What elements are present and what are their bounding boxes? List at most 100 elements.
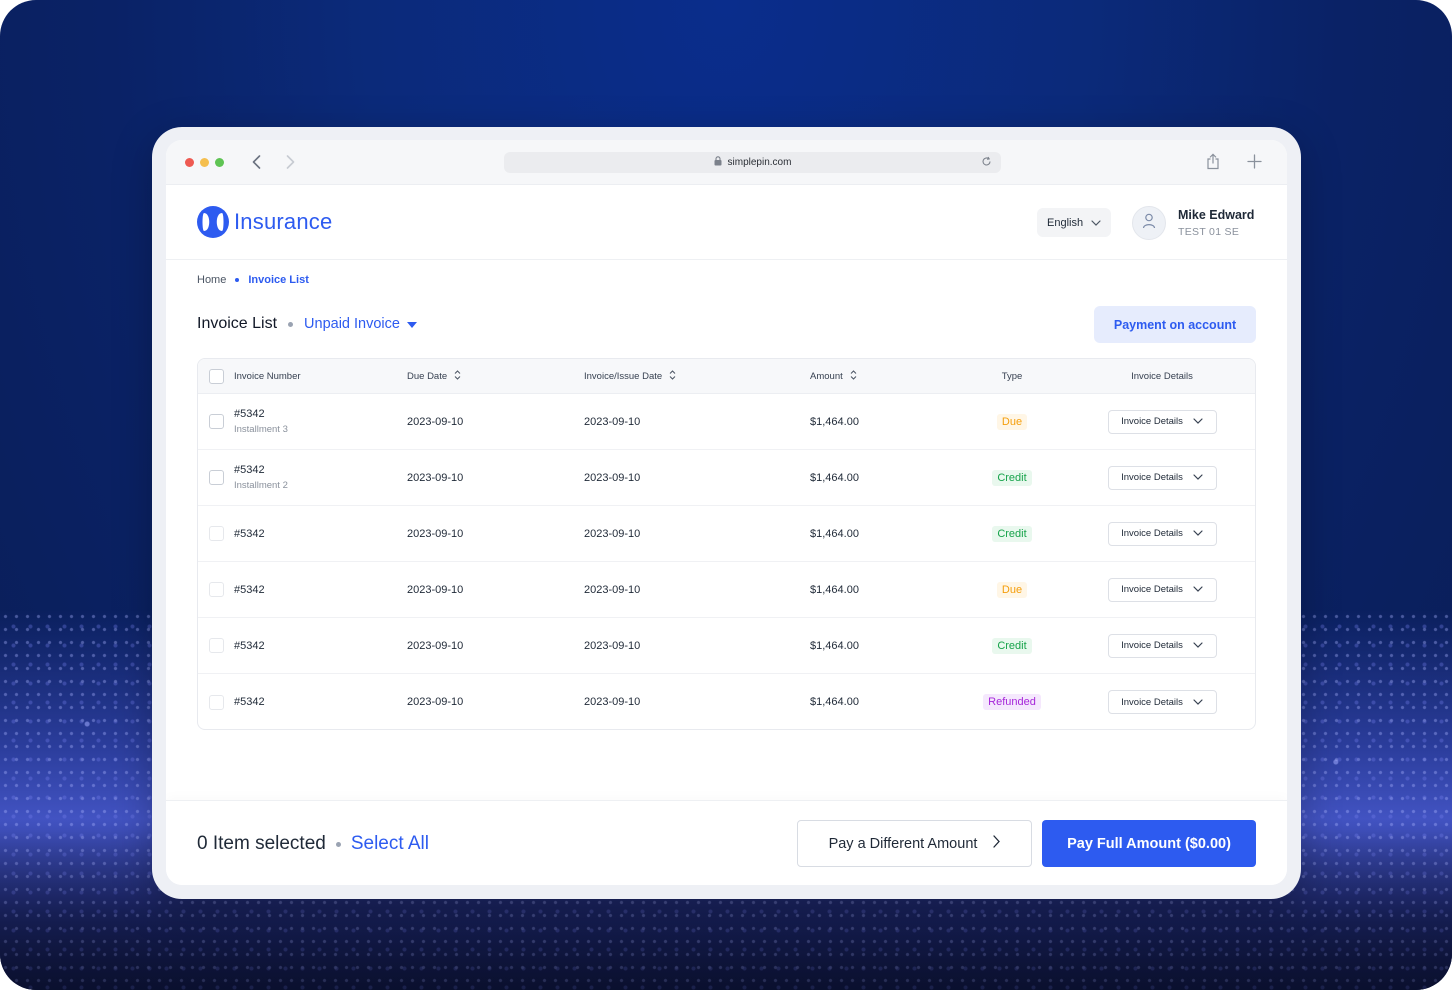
pay-different-amount-button[interactable]: Pay a Different Amount bbox=[797, 820, 1032, 867]
selection-summary: 0 Item selected Select All bbox=[197, 833, 429, 855]
column-header-due-date[interactable]: Due Date bbox=[407, 369, 461, 383]
breadcrumb-home[interactable]: Home bbox=[197, 274, 226, 286]
issue-date: 2023-09-10 bbox=[584, 696, 641, 708]
maximize-window-button[interactable] bbox=[215, 158, 224, 167]
issue-date: 2023-09-10 bbox=[584, 639, 641, 652]
sort-icon bbox=[454, 369, 461, 383]
type-badge: Due bbox=[996, 581, 1028, 598]
invoice-details-dropdown[interactable]: Invoice Details bbox=[1107, 690, 1217, 714]
issue-date: 2023-09-10 bbox=[584, 527, 641, 540]
caret-down-icon bbox=[406, 316, 417, 332]
brand-logo[interactable]: Insurance bbox=[197, 206, 332, 238]
invoice-number: #5342 bbox=[234, 464, 265, 476]
row-checkbox[interactable] bbox=[208, 582, 224, 597]
url-text: simplepin.com bbox=[727, 157, 792, 168]
brand-name: Insurance bbox=[234, 209, 333, 234]
minimize-window-button[interactable] bbox=[200, 158, 209, 167]
row-checkbox[interactable] bbox=[208, 638, 224, 653]
breadcrumb-current[interactable]: Invoice List bbox=[248, 274, 309, 286]
row-checkbox[interactable] bbox=[208, 470, 224, 485]
due-date: 2023-09-10 bbox=[407, 639, 464, 652]
invoice-number: #5342 bbox=[234, 696, 265, 708]
invoice-details-dropdown[interactable]: Invoice Details bbox=[1107, 465, 1217, 490]
select-all-checkbox[interactable] bbox=[208, 368, 224, 384]
invoice-number: #5342 bbox=[234, 583, 265, 596]
details-label: Invoice Details bbox=[1121, 696, 1183, 708]
pay-full-amount-button[interactable]: Pay Full Amount ($0.00) bbox=[1042, 820, 1256, 867]
address-bar[interactable]: simplepin.com bbox=[504, 152, 1001, 173]
chevron-down-icon bbox=[1193, 640, 1203, 651]
due-date: 2023-09-10 bbox=[407, 583, 464, 596]
invoice-number: #5342 bbox=[234, 408, 265, 420]
user-icon bbox=[1142, 213, 1156, 234]
amount: $1,464.00 bbox=[810, 527, 859, 540]
column-header-issue-date[interactable]: Invoice/Issue Date bbox=[584, 369, 676, 383]
invoice-number: #5342 bbox=[234, 639, 265, 652]
title-separator bbox=[288, 321, 294, 327]
share-icon[interactable] bbox=[1206, 153, 1220, 175]
close-window-button[interactable] bbox=[185, 158, 194, 167]
browser-window: simplepin.com Insurance English Mike Edw… bbox=[166, 140, 1287, 885]
selection-separator bbox=[335, 841, 341, 847]
due-date-label: Due Date bbox=[407, 370, 448, 382]
chevron-down-icon bbox=[1193, 697, 1203, 708]
amount: $1,464.00 bbox=[810, 471, 859, 484]
type-badge: Credit bbox=[992, 469, 1032, 486]
chevron-right-icon bbox=[993, 835, 1001, 852]
logo-icon bbox=[197, 206, 229, 238]
user-name: Mike Edward bbox=[1178, 208, 1255, 222]
issue-date: 2023-09-10 bbox=[584, 471, 641, 484]
reload-icon[interactable] bbox=[981, 156, 992, 170]
table-row[interactable]: #5342 Installment 2 2023-09-10 2023-09-10… bbox=[198, 450, 1255, 506]
breadcrumb-separator bbox=[235, 278, 240, 282]
sort-icon bbox=[669, 369, 676, 383]
invoice-filter-dropdown[interactable]: Unpaid Invoice bbox=[304, 316, 417, 332]
invoice-details-dropdown[interactable]: Invoice Details bbox=[1107, 409, 1217, 434]
payment-on-account-button[interactable]: Payment on account bbox=[1094, 306, 1256, 343]
avatar[interactable] bbox=[1132, 206, 1166, 240]
chevron-down-icon bbox=[1193, 528, 1203, 539]
row-checkbox[interactable] bbox=[208, 694, 224, 710]
sort-icon bbox=[850, 369, 857, 383]
invoice-table: Invoice Number Due Date Invoice/Issue Da… bbox=[197, 358, 1256, 730]
amount-label: Amount bbox=[810, 370, 843, 382]
selected-count: 0 Item selected bbox=[197, 833, 326, 854]
table-row[interactable]: #5342 2023-09-10 2023-09-10 $1,464.00 Re… bbox=[198, 674, 1255, 729]
invoice-details-dropdown[interactable]: Invoice Details bbox=[1107, 633, 1217, 658]
table-row[interactable]: #5342 2023-09-10 2023-09-10 $1,464.00 Du… bbox=[198, 562, 1255, 618]
chevron-down-icon bbox=[1193, 584, 1203, 595]
row-checkbox[interactable] bbox=[208, 526, 224, 541]
browser-toolbar: simplepin.com bbox=[166, 140, 1287, 185]
payment-footer: 0 Item selected Select All Pay a Differe… bbox=[166, 800, 1287, 885]
column-header-amount[interactable]: Amount bbox=[810, 369, 857, 383]
new-tab-icon[interactable] bbox=[1247, 154, 1262, 174]
column-header-type: Type bbox=[1001, 370, 1023, 382]
installment-label: Installment 3 bbox=[234, 424, 288, 435]
due-date: 2023-09-10 bbox=[407, 415, 464, 428]
app-header: Insurance English Mike Edward TEST 01 SE bbox=[166, 185, 1287, 260]
row-checkbox[interactable] bbox=[208, 414, 224, 429]
back-icon[interactable] bbox=[247, 153, 265, 171]
due-date: 2023-09-10 bbox=[407, 471, 464, 484]
language-select[interactable]: English bbox=[1037, 208, 1112, 237]
chevron-down-icon bbox=[1193, 472, 1203, 483]
invoice-details-dropdown[interactable]: Invoice Details bbox=[1107, 577, 1217, 602]
user-info[interactable]: Mike Edward TEST 01 SE bbox=[1178, 208, 1254, 238]
issue-date-label: Invoice/Issue Date bbox=[584, 370, 663, 382]
column-header-invoice-number: Invoice Number bbox=[234, 370, 301, 382]
issue-date: 2023-09-10 bbox=[584, 415, 641, 428]
forward-icon[interactable] bbox=[281, 153, 299, 171]
filter-label: Unpaid Invoice bbox=[304, 316, 400, 332]
table-row[interactable]: #5342 2023-09-10 2023-09-10 $1,464.00 Cr… bbox=[198, 506, 1255, 562]
table-row[interactable]: #5342 2023-09-10 2023-09-10 $1,464.00 Cr… bbox=[198, 618, 1255, 674]
details-label: Invoice Details bbox=[1121, 584, 1183, 595]
details-label: Invoice Details bbox=[1121, 472, 1183, 483]
amount: $1,464.00 bbox=[810, 696, 859, 708]
select-all-link[interactable]: Select All bbox=[351, 833, 429, 855]
type-badge: Refunded bbox=[983, 694, 1041, 710]
column-header-invoice-details: Invoice Details bbox=[1131, 370, 1193, 382]
invoice-details-dropdown[interactable]: Invoice Details bbox=[1107, 521, 1217, 546]
chevron-down-icon bbox=[1091, 217, 1101, 229]
amount: $1,464.00 bbox=[810, 583, 859, 596]
table-row[interactable]: #5342 Installment 3 2023-09-10 2023-09-10… bbox=[198, 394, 1255, 450]
